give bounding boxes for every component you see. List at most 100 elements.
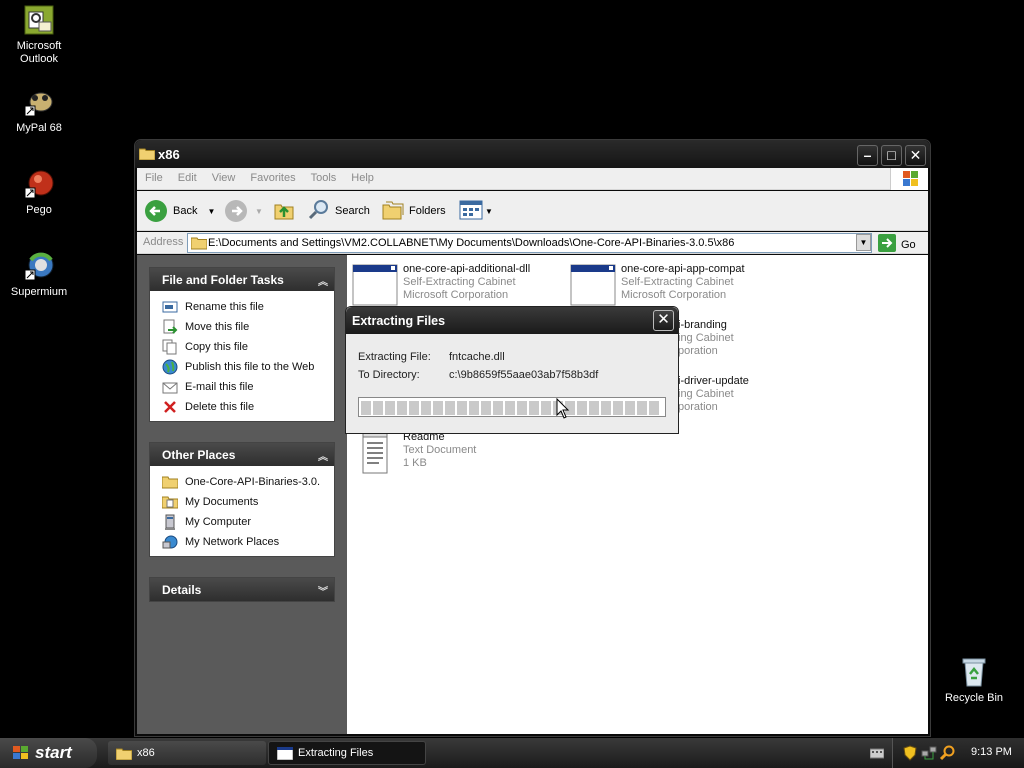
progress-block: [589, 401, 599, 415]
network-status-icon[interactable]: [921, 745, 937, 764]
file-item[interactable]: one-core-api-app-compat Self-Extracting …: [569, 263, 745, 307]
file-item[interactable]: i-driver-update ing Cabinet poration: [678, 375, 749, 414]
task-rename[interactable]: Rename this file: [162, 297, 334, 317]
views-button[interactable]: ▼: [459, 199, 493, 223]
place-my-documents[interactable]: My Documents: [161, 492, 334, 512]
taskbar: start x86 Extracting Files 9:13 PM: [0, 738, 1024, 768]
progress-block: [541, 401, 551, 415]
taskbar-button-x86[interactable]: x86: [108, 741, 266, 765]
panel-header[interactable]: Other Places ︽: [150, 443, 334, 466]
address-value: E:\Documents and Settings\VM2.COLLABNET\…: [208, 237, 735, 249]
go-label: Go: [901, 238, 916, 251]
file-item[interactable]: i-branding ing Cabinet poration: [678, 319, 734, 358]
folders-button[interactable]: Folders: [381, 199, 446, 223]
cabinet-file-icon: [351, 263, 399, 307]
progress-block: [445, 401, 455, 415]
desktop-icon-outlook[interactable]: Microsoft Outlook: [0, 4, 79, 66]
expand-icon[interactable]: ︾: [318, 583, 328, 598]
extracting-file-value: fntcache.dll: [449, 351, 505, 363]
menu-help[interactable]: Help: [343, 168, 381, 184]
back-arrow-icon: [145, 200, 167, 222]
file-name: one-core-api-additional-dll: [403, 263, 531, 275]
search-button[interactable]: Search: [307, 199, 370, 223]
security-shield-icon[interactable]: [903, 745, 917, 764]
file-size: 1 KB: [403, 457, 427, 469]
address-input[interactable]: E:\Documents and Settings\VM2.COLLABNET\…: [187, 233, 872, 253]
window-titlebar[interactable]: x86 – □ ✕: [135, 140, 930, 168]
menu-bar: File Edit View Favorites Tools Help: [137, 168, 928, 190]
clock[interactable]: 9:13 PM: [971, 746, 1012, 758]
menu-favorites[interactable]: Favorites: [242, 168, 302, 184]
explorer-window: x86 – □ ✕ File Edit View Favorites Tools Help…: [134, 139, 931, 737]
panel-header[interactable]: Details ︾: [150, 578, 334, 601]
desktop-icon-pego[interactable]: Pego: [0, 168, 79, 217]
desktop-icon-label: Recycle Bin: [944, 692, 1004, 704]
back-button[interactable]: Back ▼: [145, 199, 215, 223]
taskbar-button-extracting-files[interactable]: Extracting Files: [268, 741, 426, 765]
toolbar: Back ▼ ▼ Search Folders ▼: [137, 191, 928, 231]
dialog-close-button[interactable]: ✕: [653, 310, 674, 331]
file-type: Self-Extracting Cabinet: [621, 276, 734, 288]
file-type: ing Cabinet: [678, 388, 734, 400]
task-publish[interactable]: Publish this file to the Web: [162, 357, 334, 377]
to-directory-label: To Directory:: [358, 369, 420, 381]
menu-view[interactable]: View: [204, 168, 243, 184]
up-folder-button[interactable]: [273, 199, 295, 223]
extracting-file-label: Extracting File:: [358, 351, 431, 363]
dialog-titlebar[interactable]: Extracting Files ✕: [346, 307, 678, 334]
start-button[interactable]: start: [0, 738, 97, 768]
menu-edit[interactable]: Edit: [170, 168, 204, 184]
folders-icon: [381, 199, 405, 224]
panel-title: Details: [162, 583, 202, 597]
task-copy[interactable]: Copy this file: [162, 337, 334, 357]
progress-block: [493, 401, 503, 415]
menu-file[interactable]: File: [137, 168, 170, 184]
maximize-button[interactable]: □: [881, 145, 902, 166]
desktop-icon-recycle-bin[interactable]: Recycle Bin: [934, 656, 1014, 705]
minimize-button[interactable]: –: [857, 145, 878, 166]
chevron-down-icon[interactable]: ▼: [207, 207, 215, 216]
text-document-icon: [351, 431, 399, 475]
search-icon[interactable]: [939, 745, 955, 764]
task-delete[interactable]: Delete this file: [162, 397, 334, 417]
address-bar: Address E:\Documents and Settings\VM2.CO…: [137, 232, 928, 254]
close-button[interactable]: ✕: [905, 145, 926, 166]
maximize-icon: □: [887, 147, 896, 163]
panel-header[interactable]: File and Folder Tasks ︽: [150, 268, 334, 291]
task-email[interactable]: E-mail this file: [162, 377, 334, 397]
chevron-down-icon[interactable]: ▼: [255, 207, 263, 216]
email-icon: [162, 379, 178, 395]
views-icon: [459, 200, 483, 223]
keyboard-icon[interactable]: [869, 747, 885, 762]
file-company: Microsoft Corporation: [621, 289, 727, 301]
progress-block: [409, 401, 419, 415]
chevron-down-icon[interactable]: ▼: [485, 207, 493, 216]
desktop-icon-label: MyPal 68: [16, 122, 62, 134]
menu-tools[interactable]: Tools: [303, 168, 344, 184]
folders-label: Folders: [409, 205, 446, 217]
task-label: E-mail this file: [185, 381, 254, 393]
file-item[interactable]: one-core-api-additional-dll Self-Extract…: [351, 263, 530, 307]
folder-icon: [161, 474, 179, 490]
collapse-icon[interactable]: ︽: [318, 448, 328, 463]
cabinet-file-icon: [569, 263, 617, 307]
file-company: poration: [678, 401, 718, 413]
task-move[interactable]: Move this file: [162, 317, 334, 337]
place-parent-folder[interactable]: One-Core-API-Binaries-3.0.: [161, 472, 334, 492]
collapse-icon[interactable]: ︽: [318, 273, 328, 288]
progress-block: [433, 401, 443, 415]
progress-block: [397, 401, 407, 415]
place-my-computer[interactable]: My Computer: [162, 512, 334, 532]
close-icon: ✕: [909, 147, 922, 163]
desktop-icon-supermium[interactable]: Supermium: [0, 250, 79, 299]
desktop-icon-mypal[interactable]: MyPal 68: [0, 86, 79, 135]
go-button[interactable]: Go: [878, 234, 916, 255]
progress-block: [577, 401, 587, 415]
outlook-icon: [23, 4, 55, 36]
extracting-files-dialog: Extracting Files ✕ Extracting File: fntca…: [345, 306, 679, 434]
place-my-network[interactable]: My Network Places: [162, 532, 334, 552]
go-arrow-icon: [878, 234, 896, 255]
file-item[interactable]: Readme Text Document 1 KB: [351, 431, 476, 475]
forward-button[interactable]: ▼: [225, 199, 263, 223]
address-dropdown-button[interactable]: ▼: [856, 234, 871, 251]
